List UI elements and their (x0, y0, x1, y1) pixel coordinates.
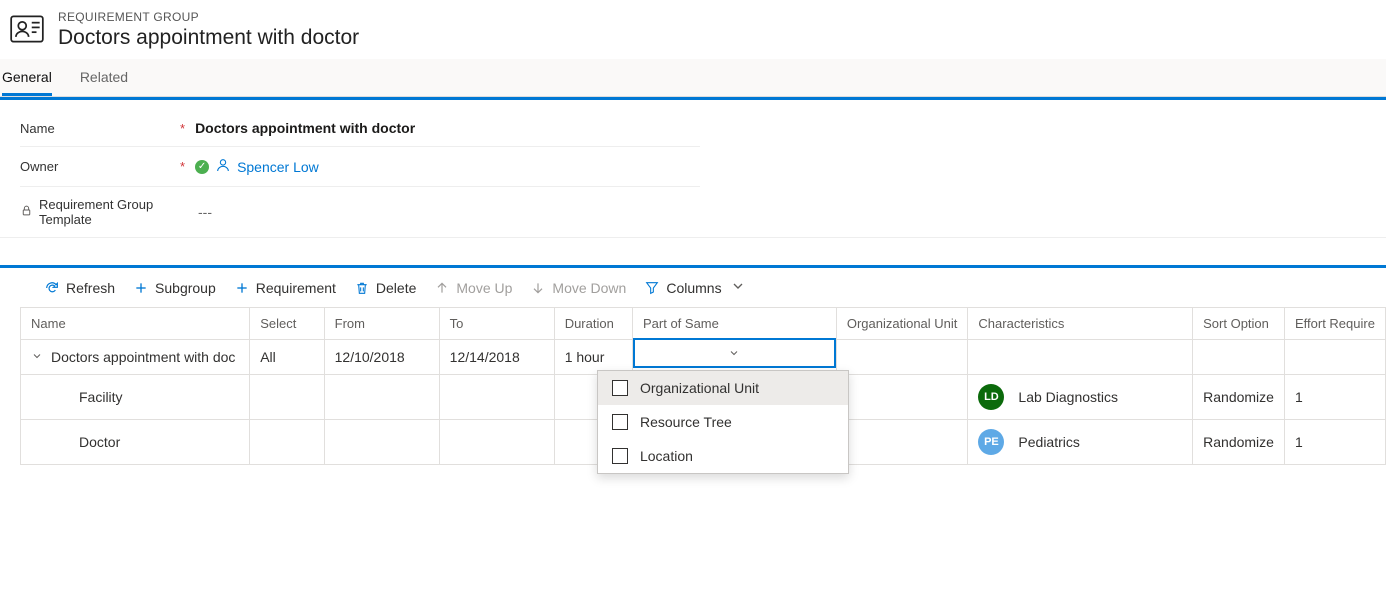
verified-icon: ✓ (195, 160, 209, 174)
characteristic-label[interactable]: Lab Diagnostics (1018, 389, 1118, 405)
grid-section: Refresh Subgroup Requirement Delete Move… (0, 265, 1386, 465)
delete-label: Delete (376, 280, 416, 296)
subgroup-button[interactable]: Subgroup (133, 280, 216, 296)
columns-button[interactable]: Columns (644, 278, 745, 297)
row-select-cell[interactable]: All (250, 340, 324, 375)
template-label-text: Requirement Group Template (39, 197, 180, 227)
part-of-same-dropdown[interactable] (633, 338, 836, 368)
lock-icon (20, 204, 33, 220)
refresh-button[interactable]: Refresh (44, 280, 115, 296)
dropdown-menu: Organizational Unit Resource Tree Locati… (597, 370, 849, 474)
owner-label: Owner (20, 159, 180, 174)
col-characteristics[interactable]: Characteristics (968, 308, 1193, 340)
person-icon (215, 157, 231, 176)
col-org-unit[interactable]: Organizational Unit (836, 308, 968, 340)
col-select[interactable]: Select (250, 308, 324, 340)
entity-type-label: REQUIREMENT GROUP (58, 10, 359, 24)
header-row: Name Select From To Duration Part of Sam… (21, 308, 1386, 340)
chevron-down-icon (730, 278, 746, 297)
grid-toolbar: Refresh Subgroup Requirement Delete Move… (20, 268, 1386, 307)
row-to-cell[interactable]: 12/14/2018 (439, 340, 554, 375)
col-sort-option[interactable]: Sort Option (1193, 308, 1285, 340)
row-name-cell: Doctor (31, 434, 239, 450)
dropdown-option-label: Resource Tree (640, 414, 732, 430)
requirement-label: Requirement (256, 280, 336, 296)
columns-label: Columns (666, 280, 721, 296)
col-part-of-same[interactable]: Part of Same (632, 308, 836, 340)
entity-icon (8, 10, 46, 51)
row-name-cell: Facility (31, 389, 239, 405)
avatar: LD (978, 384, 1004, 410)
dropdown-option-org-unit[interactable]: Organizational Unit (598, 371, 848, 405)
col-duration[interactable]: Duration (554, 308, 632, 340)
delete-button[interactable]: Delete (354, 280, 416, 296)
owner-link[interactable]: Spencer Low (237, 159, 319, 175)
sort-cell[interactable]: Randomize (1193, 375, 1285, 420)
avatar: PE (978, 429, 1004, 455)
row-name-cell: Doctors appointment with doc (51, 349, 235, 365)
tab-related[interactable]: Related (80, 59, 128, 96)
effort-cell[interactable]: 1 (1284, 420, 1385, 465)
subgroup-label: Subgroup (155, 280, 216, 296)
refresh-label: Refresh (66, 280, 115, 296)
checkbox-icon[interactable] (612, 380, 628, 396)
moveup-label: Move Up (456, 280, 512, 296)
name-field[interactable]: Doctors appointment with doctor (195, 120, 415, 136)
dropdown-option-label: Location (640, 448, 693, 464)
col-name[interactable]: Name (21, 308, 250, 340)
move-up-button: Move Up (434, 280, 512, 296)
col-from[interactable]: From (324, 308, 439, 340)
template-label: Requirement Group Template (20, 197, 180, 227)
tab-bar: General Related (0, 59, 1386, 97)
page-title: Doctors appointment with doctor (58, 26, 359, 50)
form-section: Name * Doctors appointment with doctor O… (0, 100, 1386, 237)
page-header: REQUIREMENT GROUP Doctors appointment wi… (0, 0, 1386, 59)
col-effort-required[interactable]: Effort Require (1284, 308, 1385, 340)
requirement-button[interactable]: Requirement (234, 280, 336, 296)
dropdown-option-location[interactable]: Location (598, 439, 848, 473)
table-row[interactable]: Doctors appointment with doc All 12/10/2… (21, 340, 1386, 375)
required-marker: * (180, 159, 185, 174)
characteristic-label[interactable]: Pediatrics (1018, 434, 1079, 450)
name-label: Name (20, 121, 180, 136)
effort-cell[interactable]: 1 (1284, 375, 1385, 420)
move-down-button: Move Down (530, 280, 626, 296)
dropdown-option-label: Organizational Unit (640, 380, 759, 396)
tab-general[interactable]: General (2, 59, 52, 96)
movedown-label: Move Down (552, 280, 626, 296)
chevron-down-icon[interactable] (31, 349, 43, 365)
part-of-same-cell[interactable]: Organizational Unit Resource Tree Locati… (632, 340, 836, 375)
required-marker: * (180, 121, 185, 136)
dropdown-option-resource-tree[interactable]: Resource Tree (598, 405, 848, 439)
col-to[interactable]: To (439, 308, 554, 340)
template-value: --- (198, 204, 212, 220)
checkbox-icon[interactable] (612, 414, 628, 430)
checkbox-icon[interactable] (612, 448, 628, 464)
row-from-cell[interactable]: 12/10/2018 (324, 340, 439, 375)
requirements-grid: Name Select From To Duration Part of Sam… (20, 307, 1386, 465)
sort-cell[interactable]: Randomize (1193, 420, 1285, 465)
